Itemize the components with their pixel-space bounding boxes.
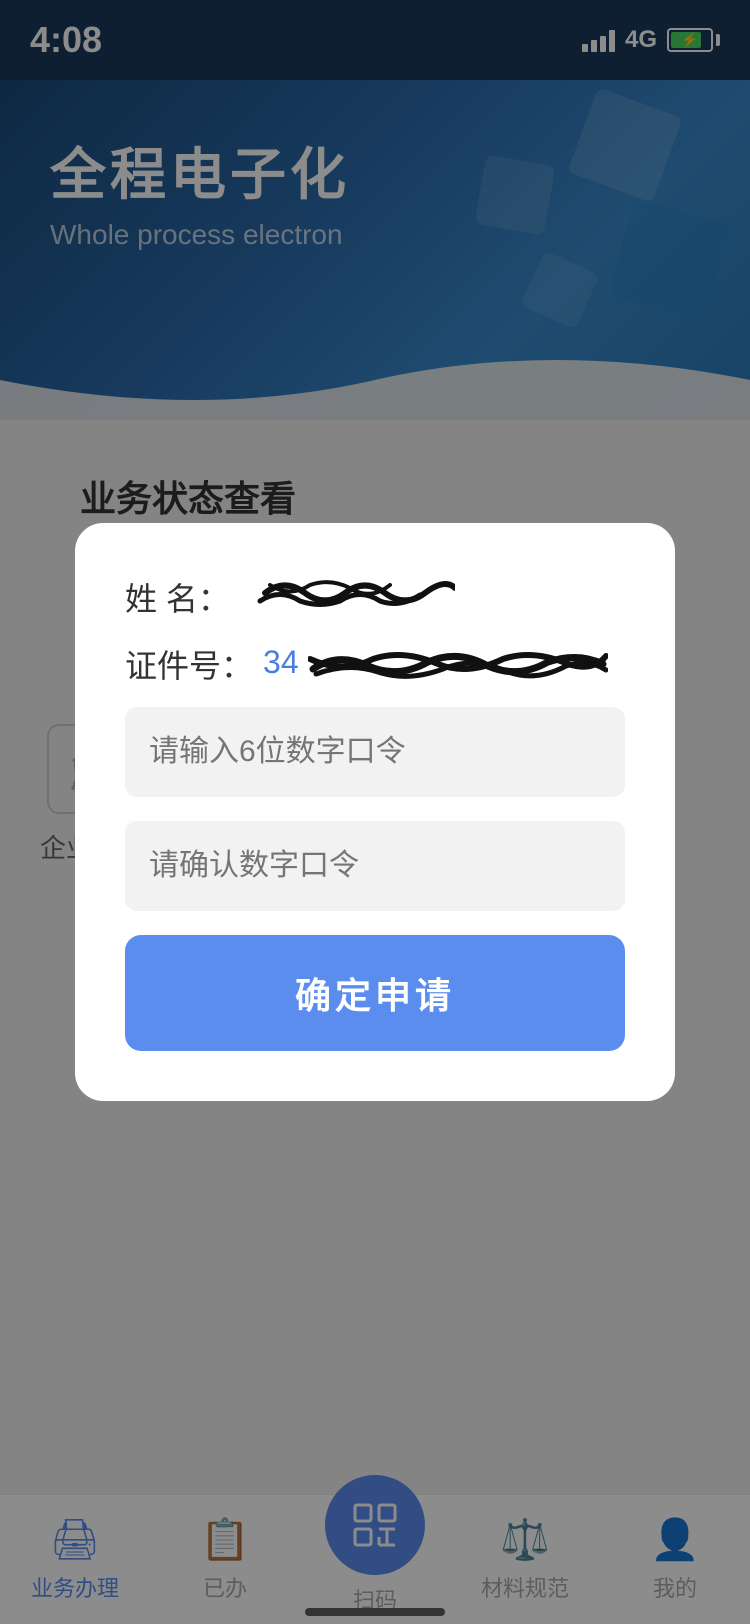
- dialog-overlay: 姓 名： 证件号： 34: [0, 0, 750, 1624]
- id-row: 证件号： 34: [125, 641, 625, 687]
- id-label: 证件号：: [125, 641, 253, 687]
- home-indicator: [305, 1608, 445, 1616]
- id-redacted: [308, 644, 608, 684]
- name-label: 姓 名：: [125, 574, 245, 620]
- name-row: 姓 名：: [125, 573, 625, 621]
- password-input[interactable]: [125, 707, 625, 797]
- confirm-password-input[interactable]: [125, 821, 625, 911]
- name-redacted: [255, 573, 455, 613]
- id-number-partial: 34: [263, 644, 299, 680]
- dialog: 姓 名： 证件号： 34: [75, 523, 675, 1101]
- name-value: [255, 573, 625, 621]
- confirm-apply-button[interactable]: 确定申请: [125, 935, 625, 1051]
- id-value: 34: [263, 644, 625, 685]
